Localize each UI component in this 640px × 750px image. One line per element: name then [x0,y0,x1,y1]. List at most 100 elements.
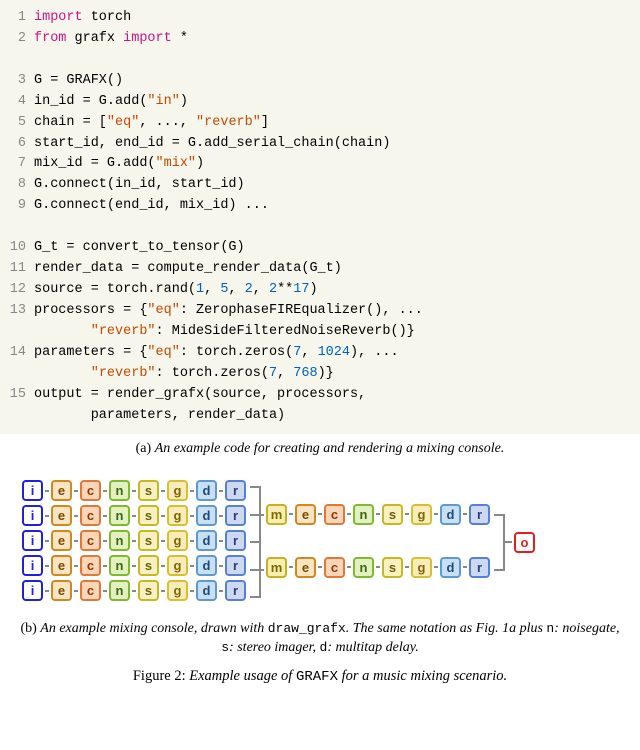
link [161,590,165,592]
link [405,566,409,568]
node-c: c [80,555,101,576]
node-e: e [51,480,72,501]
node-i: i [22,505,43,526]
node-s: s [138,480,159,501]
node-r: r [225,555,246,576]
input-chain-4-row: iecnsgdr [22,580,248,601]
connector-svg-right [494,475,512,610]
link [376,566,380,568]
fig-text1: Example usage of [189,668,296,684]
link [161,515,165,517]
node-s: s [382,557,403,578]
link [45,515,49,517]
node-e: e [295,557,316,578]
link [103,540,107,542]
output-node-wrap: o [514,532,537,553]
link [190,590,194,592]
link [132,515,136,517]
link [74,515,78,517]
link [289,566,293,568]
node-s: s [382,504,403,525]
caption-b-s-desc: : stereo imager, [229,640,319,655]
node-r: r [225,505,246,526]
link [161,565,165,567]
link [219,590,223,592]
link [190,540,194,542]
node-r: r [225,530,246,551]
link [74,490,78,492]
diagram: iecnsgdriecnsgdriecnsgdriecnsgdriecnsgdr… [0,469,640,614]
fig-label: Figure 2: [133,668,189,684]
node-c: c [80,580,101,601]
connector-right [494,475,512,610]
mix-chain-0-row: mecnsgdr [266,504,492,525]
node-n: n [109,555,130,576]
link [289,513,293,515]
link [463,566,467,568]
node-g: g [167,580,188,601]
link [219,490,223,492]
link [463,513,467,515]
node-d: d [196,530,217,551]
input-chain-1-row: iecnsgdr [22,505,248,526]
caption-b-prefix: (b) [20,621,40,636]
node-g: g [411,557,432,578]
link [161,540,165,542]
caption-a-text: An example code for creating and renderi… [155,441,505,456]
mix-chain-1-row: mecnsgdr [266,557,492,578]
code-block: 1import torch 2from grafx import * 3G = … [0,0,640,434]
link [45,590,49,592]
link [161,490,165,492]
input-chain-2-row: iecnsgdr [22,530,248,551]
node-g: g [167,555,188,576]
node-r: r [225,580,246,601]
caption-b-d-desc: : multitap delay. [327,640,418,655]
node-e: e [295,504,316,525]
link [190,490,194,492]
link [405,513,409,515]
link [190,565,194,567]
link [74,565,78,567]
link [45,565,49,567]
link [219,540,223,542]
node-c: c [80,530,101,551]
link [45,540,49,542]
link [103,565,107,567]
node-n: n [353,504,374,525]
link [318,566,322,568]
link [219,515,223,517]
node-n: n [109,480,130,501]
input-chain-3-row: iecnsgdr [22,555,248,576]
caption-a: (a) An example code for creating and ren… [20,440,620,459]
node-r: r [469,504,490,525]
link [132,565,136,567]
link [132,490,136,492]
node-s: s [138,555,159,576]
node-i: i [22,480,43,501]
node-n: n [109,530,130,551]
caption-b-mono: draw_grafx [268,621,346,636]
caption-b-s: s [221,640,229,655]
fig-text2: for a music mixing scenario. [338,668,507,684]
connector-svg-left [250,475,264,610]
node-d: d [196,505,217,526]
node-r: r [225,480,246,501]
link [74,590,78,592]
link [103,490,107,492]
node-i: i [22,530,43,551]
node-d: d [440,557,461,578]
caption-b-text2: . The same notation as Fig. 1a plus [346,621,547,636]
node-i: i [22,580,43,601]
fig-mono: GRAFX [296,669,338,685]
link [45,490,49,492]
node-r: r [469,557,490,578]
node-e: e [51,580,72,601]
node-g: g [167,530,188,551]
node-i: i [22,555,43,576]
node-g: g [411,504,432,525]
link [103,590,107,592]
node-n: n [109,580,130,601]
node-e: e [51,505,72,526]
link [376,513,380,515]
node-g: g [167,505,188,526]
